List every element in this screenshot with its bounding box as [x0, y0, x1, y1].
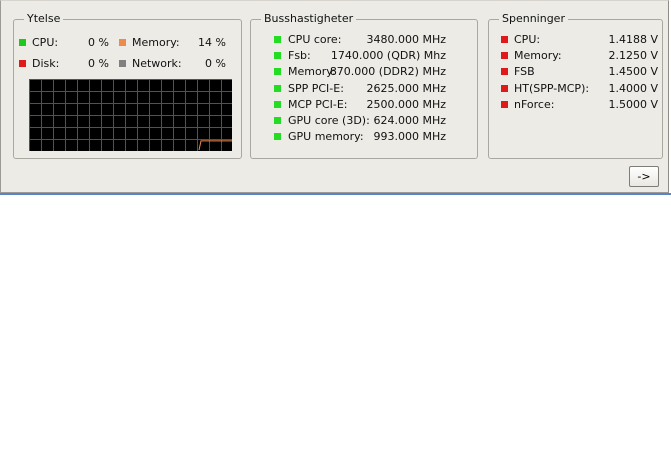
bus-speed-row: Fsb: 1740.000 (QDR) Mhz [274, 49, 446, 63]
bus-indicator-icon [274, 36, 281, 43]
perf-network-label: Network: [132, 57, 182, 70]
voltage-row: nForce: 1.5000 V [501, 98, 658, 112]
voltage-label: FSB [514, 65, 535, 78]
voltage-indicator-icon [501, 52, 508, 59]
voltage-row: CPU: 1.4188 V [501, 33, 658, 47]
perf-memory-label: Memory: [132, 36, 180, 49]
perf-cpu-label: CPU: [32, 36, 59, 49]
bus-speed-value: 2500.000 MHz [366, 98, 446, 111]
bus-indicator-icon [274, 68, 281, 75]
perf-network-row: Network: 0 % [119, 57, 234, 71]
bus-speed-value: 2625.000 MHz [366, 82, 446, 95]
voltage-label: Memory: [514, 49, 562, 62]
voltage-label: nForce: [514, 98, 555, 111]
voltage-value: 2.1250 V [608, 49, 658, 62]
perf-disk-value: 0 % [88, 57, 109, 70]
bus-speed-value: 3480.000 MHz [366, 33, 446, 46]
voltages-title: Spenninger [499, 12, 568, 25]
bus-speed-row: GPU memory: 993.000 MHz [274, 130, 446, 144]
voltage-indicator-icon [501, 36, 508, 43]
bus-speed-value: 870.000 (DDR2) MHz [329, 65, 446, 78]
performance-graph-svg [29, 79, 232, 152]
voltage-indicator-icon [501, 85, 508, 92]
performance-title: Ytelse [24, 12, 64, 25]
voltage-value: 1.4188 V [608, 33, 658, 46]
bus-indicator-icon [274, 133, 281, 140]
bus-speed-row: Memory: 870.000 (DDR2) MHz [274, 65, 446, 79]
voltage-value: 1.4000 V [608, 82, 658, 95]
memory-usage-trace [198, 140, 232, 151]
system-monitor-panel: Ytelse CPU: 0 % Memory: 14 % Disk: 0 % N… [0, 0, 669, 193]
bus-speed-row: MCP PCI-E: 2500.000 MHz [274, 98, 446, 112]
bus-indicator-icon [274, 117, 281, 124]
perf-memory-row: Memory: 14 % [119, 36, 234, 50]
perf-cpu-row: CPU: 0 % [19, 36, 119, 50]
bus-indicator-icon [274, 101, 281, 108]
voltage-indicator-icon [501, 101, 508, 108]
next-button[interactable]: -> [629, 166, 659, 187]
perf-disk-row: Disk: 0 % [19, 57, 119, 71]
voltage-row: Memory: 2.1250 V [501, 49, 658, 63]
disk-indicator-icon [19, 60, 26, 67]
voltage-row: HT(SPP-MCP): 1.4000 V [501, 82, 658, 96]
cpu-indicator-icon [19, 39, 26, 46]
bus-speed-row: CPU core: 3480.000 MHz [274, 33, 446, 47]
perf-disk-label: Disk: [32, 57, 60, 70]
perf-network-value: 0 % [205, 57, 226, 70]
bus-indicator-icon [274, 52, 281, 59]
bus-speed-value: 993.000 MHz [373, 130, 446, 143]
bus-speed-row: GPU core (3D): 624.000 MHz [274, 114, 446, 128]
performance-graph [29, 79, 232, 152]
perf-memory-value: 14 % [198, 36, 226, 49]
window-bottom-border [0, 193, 671, 195]
perf-cpu-value: 0 % [88, 36, 109, 49]
bus-speed-value: 624.000 MHz [373, 114, 446, 127]
bus-speed-value: 1740.000 (QDR) Mhz [330, 49, 446, 62]
memory-indicator-icon [119, 39, 126, 46]
voltage-value: 1.4500 V [608, 65, 658, 78]
bus-speeds-title: Busshastigheter [261, 12, 357, 25]
voltage-row: FSB 1.4500 V [501, 65, 658, 79]
voltage-indicator-icon [501, 68, 508, 75]
voltage-value: 1.5000 V [608, 98, 658, 111]
bus-speed-row: SPP PCI-E: 2625.000 MHz [274, 82, 446, 96]
bus-indicator-icon [274, 85, 281, 92]
bus-speed-label: Fsb: [288, 49, 311, 62]
network-indicator-icon [119, 60, 126, 67]
voltage-label: CPU: [514, 33, 541, 46]
